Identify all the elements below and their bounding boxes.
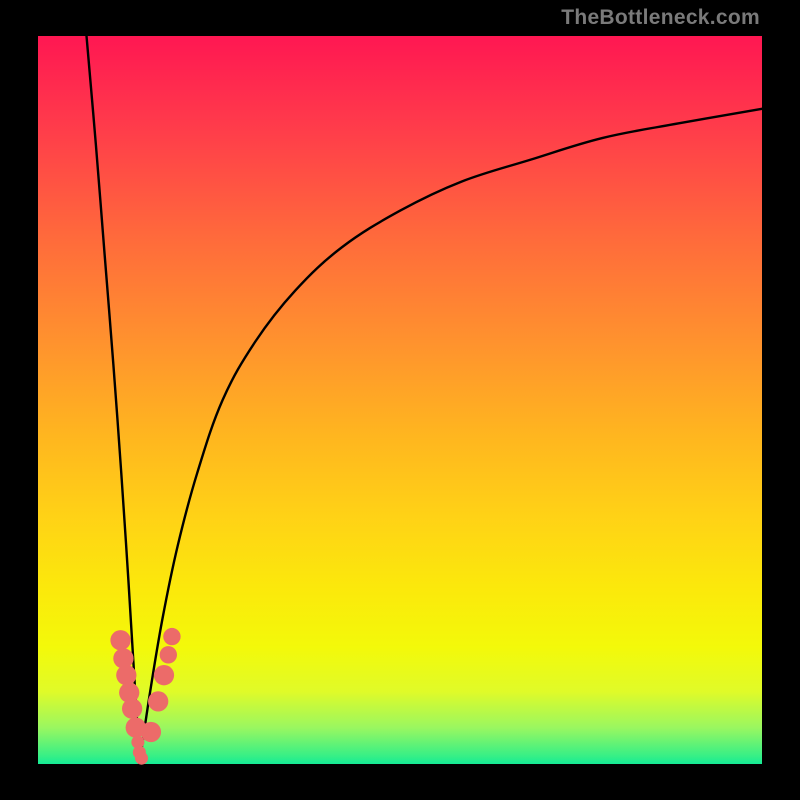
watermark-text: TheBottleneck.com: [561, 6, 760, 30]
plot-svg: [38, 36, 762, 764]
series-right-branch: [139, 109, 762, 764]
marker-dot: [116, 665, 136, 685]
marker-dot: [148, 691, 168, 711]
marker-dot: [141, 722, 161, 742]
marker-dot: [135, 752, 148, 765]
chart-frame: TheBottleneck.com: [0, 0, 800, 800]
plot-area: [38, 36, 762, 764]
marker-dot: [122, 699, 142, 719]
marker-dot: [154, 665, 174, 685]
marker-cluster: [110, 628, 180, 765]
marker-dot: [110, 630, 130, 650]
marker-dot: [160, 646, 177, 663]
marker-dot: [163, 628, 180, 645]
